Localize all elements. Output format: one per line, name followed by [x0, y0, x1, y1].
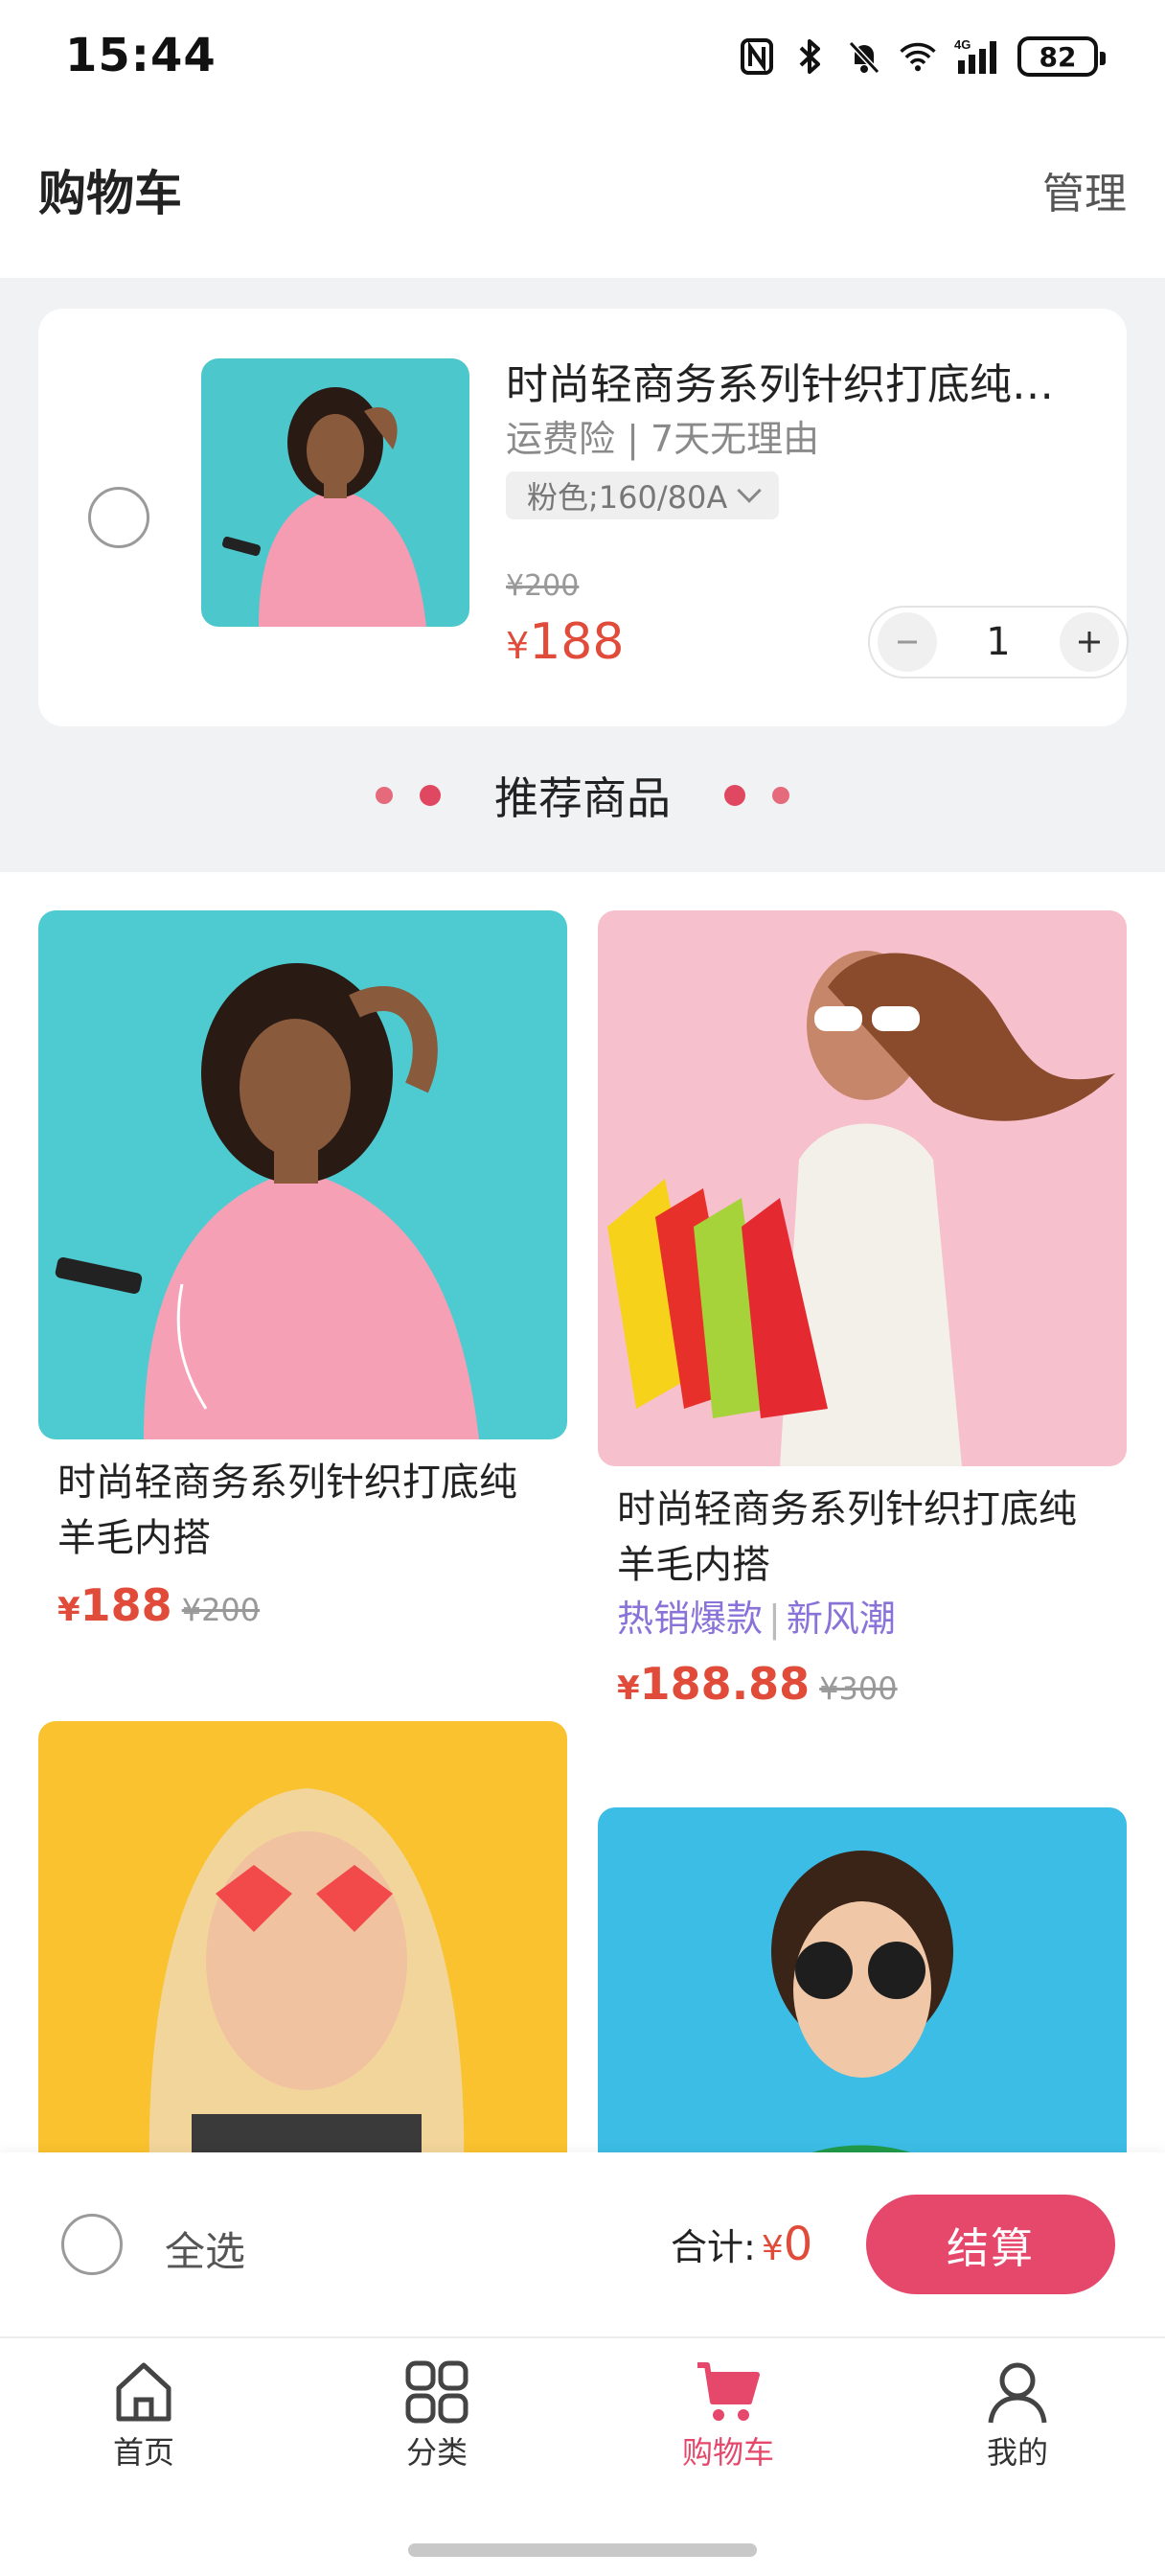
increase-button[interactable] [1059, 612, 1119, 672]
cart-section: 时尚轻商务系列针织打底纯羊毛内搭 运费险 | 7天无理由 粉色;160/80A … [0, 278, 1165, 872]
price-symbol: ¥ [761, 2229, 784, 2268]
total-label: 合计: [671, 2226, 756, 2268]
decor-dot [724, 785, 745, 806]
chevron-down-icon [737, 478, 762, 503]
bluetooth-icon [791, 37, 830, 76]
product-name: 时尚轻商务系列针织打底纯羊毛内搭 [57, 1460, 517, 1560]
product-card[interactable] [38, 1721, 567, 2152]
tab-label: 首页 [112, 2434, 174, 2471]
wifi-icon [899, 37, 937, 76]
manage-button[interactable]: 管理 [1042, 159, 1127, 220]
spec-label: 粉色;160/80A [527, 479, 728, 516]
product-card[interactable] [598, 1807, 1127, 2152]
cart-item-old-price: ¥200 [506, 569, 580, 603]
product-price: ¥188.88 [617, 1658, 810, 1710]
tab-label: 分类 [405, 2434, 468, 2471]
price-symbol: ¥ [57, 1591, 80, 1629]
total-amount: 合计: ¥0 [671, 2218, 812, 2271]
cart-item-tags: 运费险 | 7天无理由 [506, 418, 820, 460]
bottom-tab-bar: 首页 分类 购物车 我的 [0, 2338, 1165, 2576]
product-price: ¥188 [57, 1579, 172, 1631]
quantity-stepper: 1 [868, 606, 1129, 678]
product-price-row: ¥188.88 ¥300 [598, 1658, 1127, 1710]
tab-label: 购物车 [681, 2434, 774, 2471]
status-time: 15:44 [65, 29, 217, 82]
cart-icon [697, 2362, 760, 2421]
price-value: 188 [529, 613, 625, 671]
product-image[interactable] [598, 910, 1127, 1466]
tab-mine[interactable]: 我的 [922, 2358, 1113, 2472]
spec-selector[interactable]: 粉色;160/80A [506, 472, 780, 519]
product-image[interactable] [38, 910, 567, 1439]
cart-item-card: 时尚轻商务系列针织打底纯羊毛内搭 运费险 | 7天无理由 粉色;160/80A … [38, 309, 1129, 726]
home-icon [116, 2362, 171, 2422]
checkout-bar: 全选 合计: ¥0 结算 [0, 2152, 1165, 2338]
page-header: 购物车 管理 [0, 105, 1165, 278]
tab-category[interactable]: 分类 [341, 2358, 533, 2472]
select-all-checkbox[interactable] [61, 2214, 123, 2275]
product-price-row: ¥188 ¥200 [38, 1579, 567, 1631]
product-old-price: ¥300 [819, 1670, 898, 1707]
price-value: 188.88 [639, 1658, 811, 1710]
product-name: 时尚轻商务系列针织打底纯羊毛内搭 [617, 1487, 1077, 1587]
cart-item-price: ¥188 [506, 613, 624, 671]
recommend-heading: 推荐商品 [0, 757, 1165, 834]
promo-tag: 新风潮 [786, 1598, 896, 1640]
tab-cart[interactable]: 购物车 [632, 2358, 824, 2472]
home-indicator[interactable] [408, 2543, 757, 2557]
decor-dot [420, 785, 441, 806]
price-symbol: ¥ [617, 1669, 640, 1708]
product-promo: 热销爆款 | 新风潮 [598, 1593, 1127, 1644]
cart-item-image[interactable] [201, 358, 469, 627]
quantity-value[interactable]: 1 [986, 620, 1010, 664]
checkout-button[interactable]: 结算 [866, 2195, 1115, 2294]
svg-text:4G: 4G [954, 37, 971, 52]
minus-icon [898, 640, 917, 644]
mute-bell-icon [845, 37, 883, 76]
category-grid-icon [405, 2360, 468, 2424]
decor-dot [772, 787, 789, 804]
cart-item-checkbox[interactable] [88, 487, 149, 548]
promo-tag: 热销爆款 [617, 1598, 764, 1640]
decrease-button[interactable] [878, 612, 937, 672]
product-grid: 时尚轻商务系列针织打底纯羊毛内搭 ¥188 ¥200 时尚轻商务系列针织打底纯羊… [0, 872, 1165, 2152]
price-value: 188 [80, 1579, 172, 1631]
signal-4g-icon: 4G [952, 37, 1002, 76]
tab-home[interactable]: 首页 [48, 2358, 240, 2472]
status-bar: 15:44 4G 82 [0, 0, 1165, 105]
promo-separator: | [768, 1598, 781, 1640]
tab-label: 我的 [986, 2434, 1048, 2471]
nfc-icon [738, 37, 776, 76]
product-image[interactable] [38, 1721, 567, 2152]
decor-dot [376, 787, 393, 804]
cart-item-name[interactable]: 时尚轻商务系列针织打底纯羊毛内搭 [506, 358, 1090, 412]
product-card[interactable]: 时尚轻商务系列针织打底纯羊毛内搭 热销爆款 | 新风潮 ¥188.88 ¥300 [598, 910, 1127, 1710]
product-image[interactable] [598, 1807, 1127, 2152]
cart-item-info: 时尚轻商务系列针织打底纯羊毛内搭 运费险 | 7天无理由 粉色;160/80A [506, 358, 1100, 519]
status-icons: 4G 82 [738, 34, 1106, 79]
total-value: ¥0 [762, 2218, 812, 2271]
select-all-label[interactable]: 全选 [165, 2220, 245, 2278]
total-number: 0 [783, 2218, 813, 2271]
price-symbol: ¥ [506, 625, 530, 667]
page-title: 购物车 [38, 166, 182, 221]
battery-indicator: 82 [1017, 36, 1106, 77]
product-old-price: ¥200 [181, 1592, 261, 1628]
product-card[interactable]: 时尚轻商务系列针织打底纯羊毛内搭 ¥188 ¥200 [38, 910, 567, 1631]
plus-icon [1078, 632, 1100, 653]
user-icon [988, 2362, 1047, 2424]
recommend-title: 推荐商品 [494, 772, 671, 824]
